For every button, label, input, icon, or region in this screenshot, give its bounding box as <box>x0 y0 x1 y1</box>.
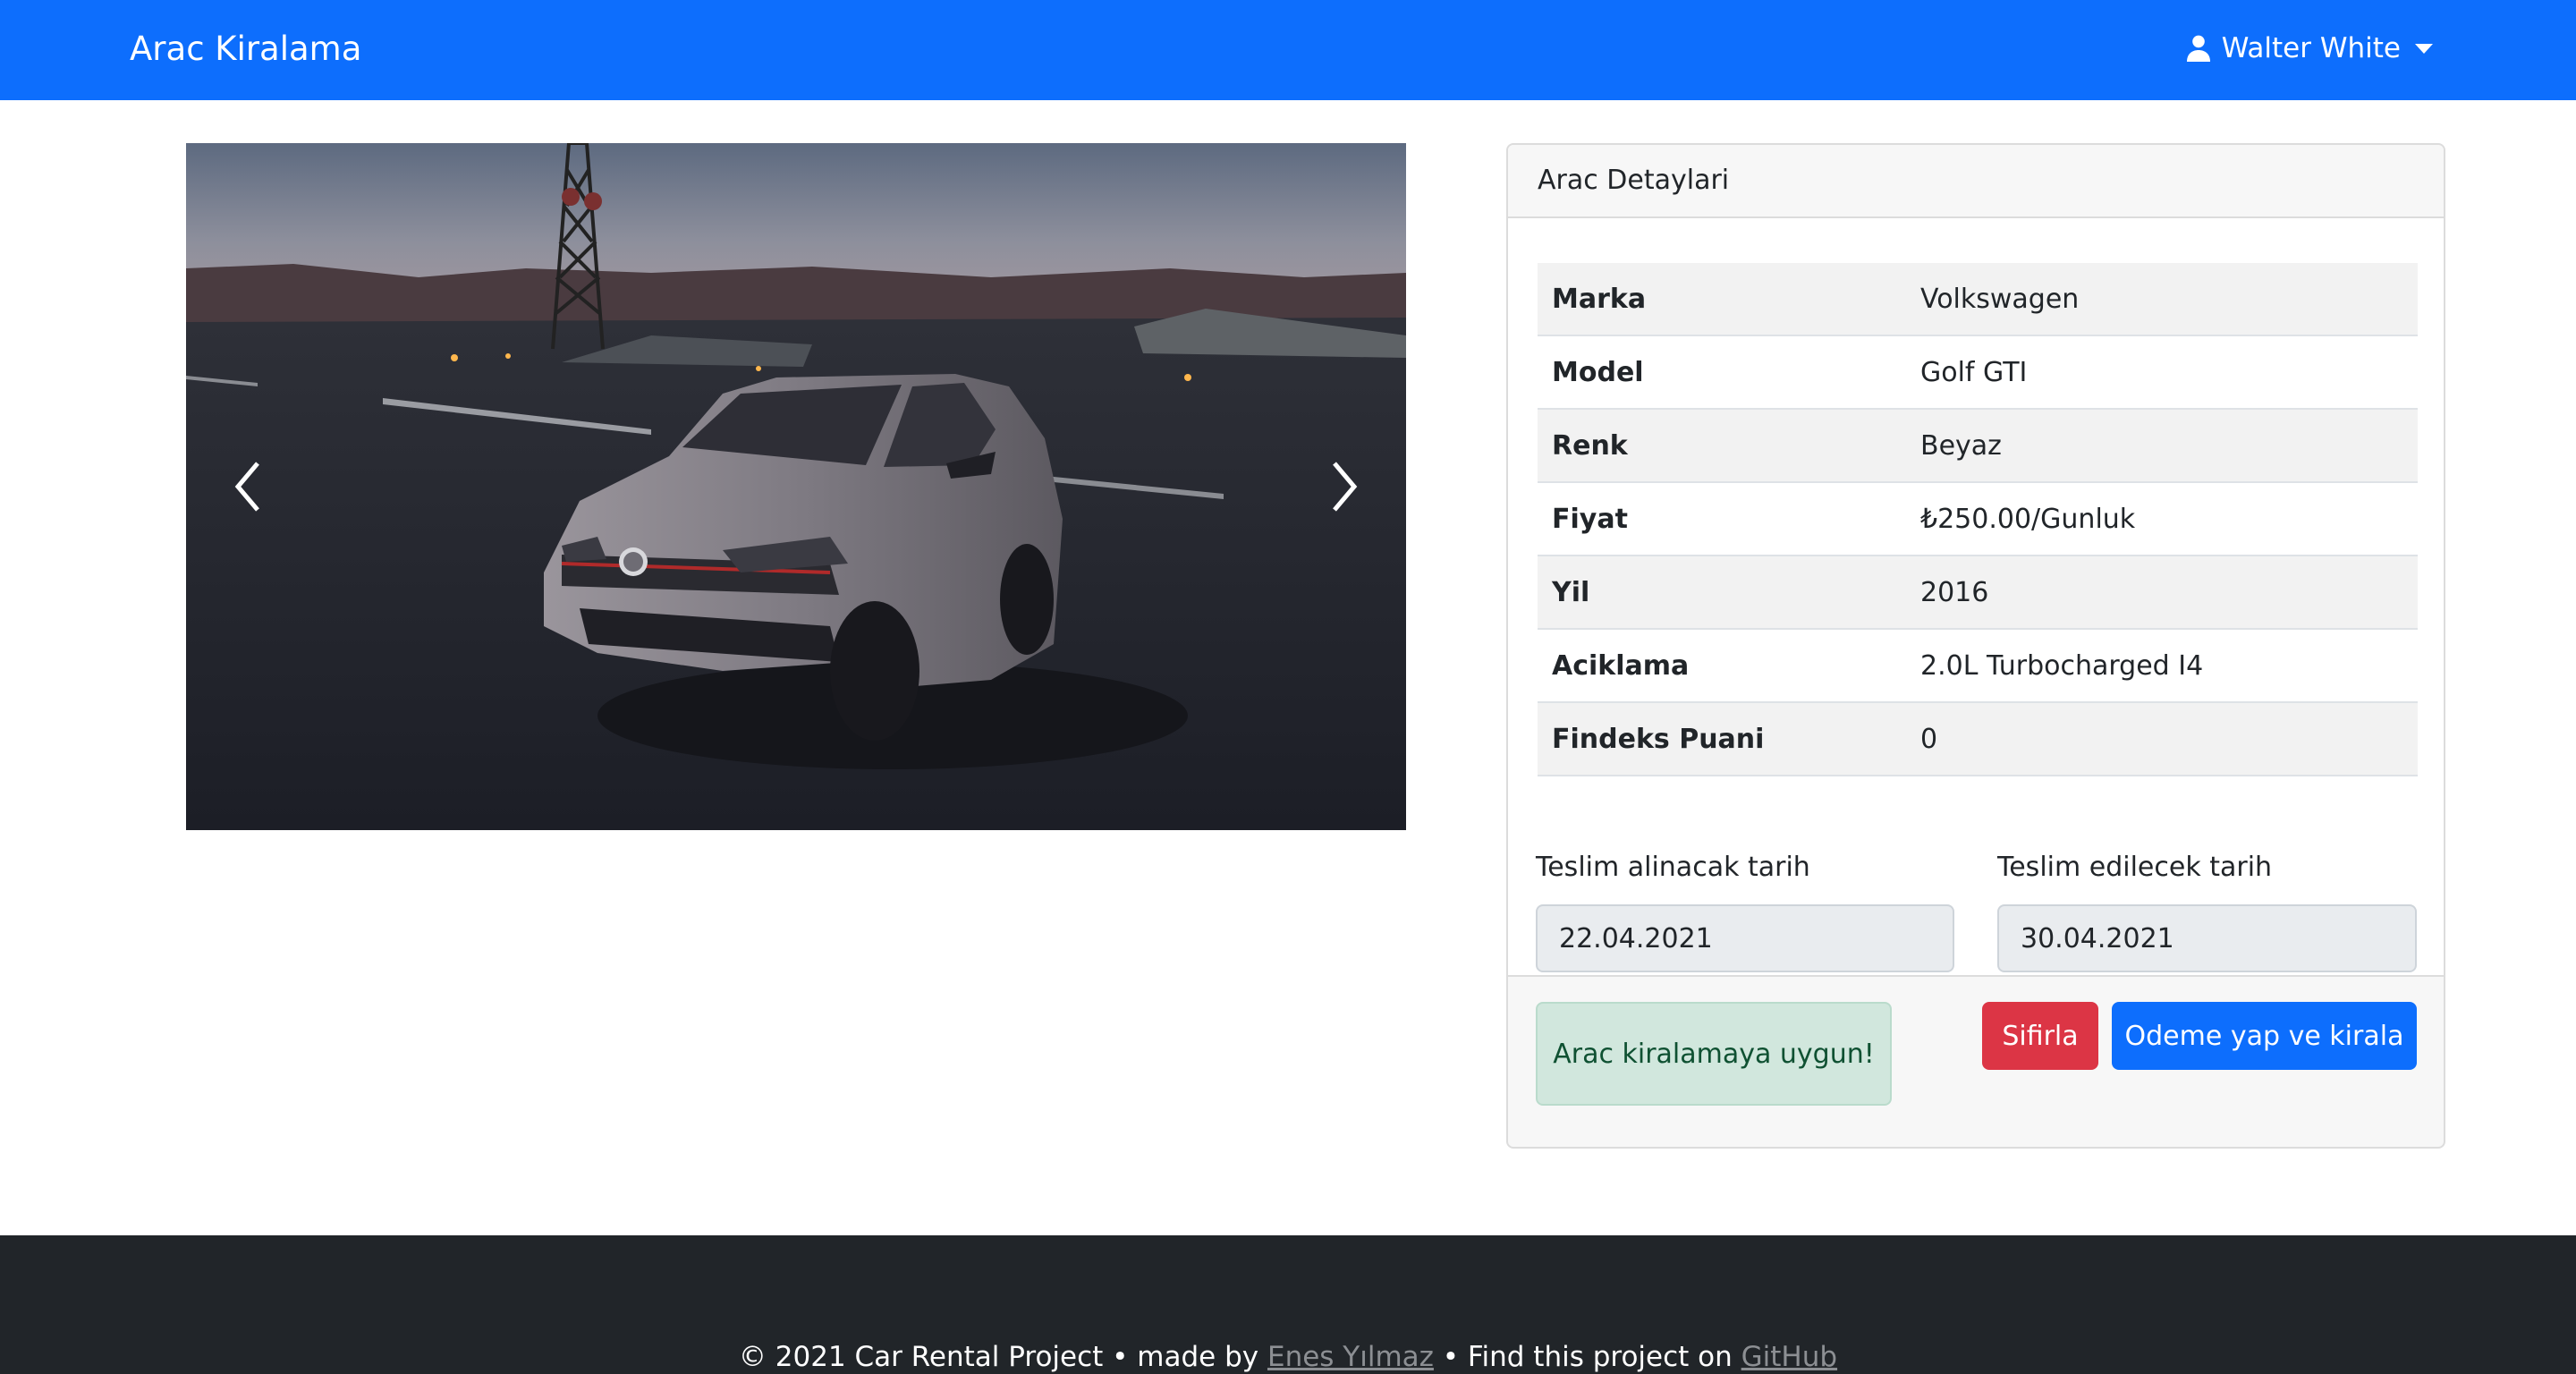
row-label: Marka <box>1538 263 1906 336</box>
pay-and-rent-button[interactable]: Odeme yap ve kirala <box>2112 1002 2417 1070</box>
person-icon <box>2186 35 2210 62</box>
row-value: 2016 <box>1906 556 2418 630</box>
table-row: Renk Beyaz <box>1538 409 2418 483</box>
table-row: Marka Volkswagen <box>1538 263 2418 336</box>
row-label: Model <box>1538 335 1906 410</box>
user-name: Walter White <box>2221 32 2401 64</box>
table-row: Findeks Puani 0 <box>1538 702 2418 776</box>
user-dropdown-toggle[interactable]: Walter White <box>2184 32 2433 64</box>
top-navbar: Arac Kiralama Walter White <box>0 0 2576 100</box>
card-header: Arac Detaylari <box>1508 145 2444 218</box>
chevron-left-icon <box>234 462 259 512</box>
reset-button[interactable]: Sifirla <box>1982 1002 2098 1070</box>
row-value: Volkswagen <box>1906 263 2418 336</box>
row-label: Aciklama <box>1538 629 1906 703</box>
row-label: Renk <box>1538 409 1906 483</box>
row-value: Beyaz <box>1906 409 2418 483</box>
card-title: Arac Detaylari <box>1538 165 1730 196</box>
github-link[interactable]: GitHub <box>1741 1341 1837 1373</box>
chevron-right-icon <box>1333 462 1358 512</box>
caret-down-icon <box>2415 43 2433 54</box>
details-table: Marka Volkswagen Model Golf GTI Renk Bey… <box>1538 263 2418 776</box>
row-value: ₺250.00/Gunluk <box>1906 482 2418 556</box>
table-row: Aciklama 2.0L Turbocharged I4 <box>1538 629 2418 703</box>
return-date-label: Teslim edilecek tarih <box>1997 852 2273 883</box>
car-photo <box>186 143 1406 830</box>
footer-text: © 2021 Car Rental Project • made by Enes… <box>0 1341 2576 1373</box>
table-row: Model Golf GTI <box>1538 335 2418 410</box>
row-label: Fiyat <box>1538 482 1906 556</box>
car-image-carousel <box>186 143 1406 830</box>
carousel-next-button[interactable] <box>1281 143 1406 830</box>
pickup-date-input[interactable]: 22.04.2021 <box>1536 904 1954 972</box>
footer-copyright: © 2021 Car Rental Project • made by <box>738 1341 1267 1373</box>
availability-alert: Arac kiralamaya uygun! <box>1536 1002 1892 1106</box>
site-footer: © 2021 Car Rental Project • made by Enes… <box>0 1235 2576 1374</box>
row-value: 2.0L Turbocharged I4 <box>1906 629 2418 703</box>
availability-message: Arac kiralamaya uygun! <box>1553 1038 1875 1070</box>
row-label: Findeks Puani <box>1538 702 1906 776</box>
table-row: Yil 2016 <box>1538 556 2418 630</box>
brand-link[interactable]: Arac Kiralama <box>130 30 361 68</box>
carousel-prev-button[interactable] <box>186 143 311 830</box>
row-label: Yil <box>1538 556 1906 630</box>
footer-middle-text: • Find this project on <box>1433 1341 1741 1373</box>
return-date-input[interactable]: 30.04.2021 <box>1997 904 2417 972</box>
row-value: Golf GTI <box>1906 335 2418 410</box>
table-row: Fiyat ₺250.00/Gunluk <box>1538 482 2418 556</box>
pickup-date-label: Teslim alinacak tarih <box>1536 852 1810 883</box>
author-link[interactable]: Enes Yılmaz <box>1267 1341 1434 1373</box>
row-value: 0 <box>1906 702 2418 776</box>
car-details-card: Arac Detaylari Marka Volkswagen Model Go… <box>1506 143 2445 1149</box>
